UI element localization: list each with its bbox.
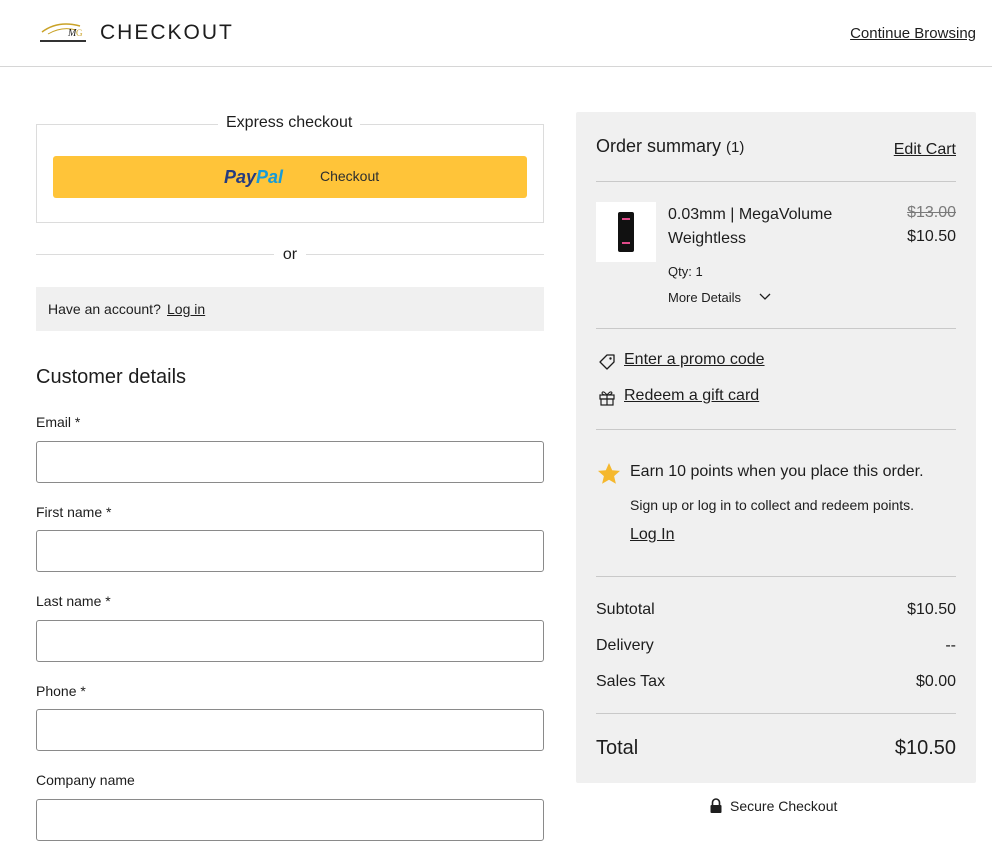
item-count: (1) (726, 139, 745, 156)
email-field[interactable] (36, 441, 544, 483)
page-title: CHECKOUT (100, 21, 234, 44)
phone-field[interactable] (36, 709, 544, 751)
sales-tax-label: Sales Tax (596, 673, 666, 690)
chevron-down-icon[interactable] (758, 292, 772, 302)
more-details-toggle[interactable]: More Details (668, 290, 741, 305)
summary-divider (596, 576, 956, 577)
subtotal-label: Subtotal (596, 601, 655, 618)
sales-tax-value: $0.00 (915, 673, 956, 690)
paypal-checkout-button[interactable]: PayPal Checkout (53, 156, 527, 198)
login-link[interactable]: Log in (167, 301, 205, 317)
promo-code-link[interactable]: Enter a promo code (596, 350, 956, 372)
summary-divider (596, 713, 956, 714)
phone-label: Phone * (36, 683, 86, 699)
company-name-field[interactable] (36, 799, 544, 841)
svg-text:G: G (76, 28, 83, 38)
summary-divider (596, 429, 956, 430)
loyalty-earn-text: Earn 10 points when you place this order… (630, 463, 924, 480)
account-prompt-box: Have an account? Log in (36, 287, 544, 331)
total-value: $10.50 (894, 737, 956, 759)
order-summary-title: Order summary (1) (596, 136, 745, 156)
total-label: Total (596, 737, 639, 759)
header: M G CHECKOUT Continue Browsing (0, 0, 992, 67)
tag-icon (599, 354, 615, 370)
star-icon (598, 463, 620, 484)
paypal-button-label: Checkout (320, 168, 380, 184)
edit-cart-link[interactable]: Edit Cart (894, 141, 956, 159)
summary-divider (596, 181, 956, 182)
loyalty-signup-text: Sign up or log in to collect and redeem … (630, 497, 915, 513)
order-summary-panel: Order summary (1) Edit Cart 0.03mm | Meg… (576, 112, 976, 783)
promo-code-label: Enter a promo code (624, 351, 765, 368)
summary-divider (596, 328, 956, 329)
lock-icon (710, 798, 722, 813)
product-image (596, 202, 656, 262)
company-name-label: Company name (36, 772, 135, 788)
divider-line (306, 254, 544, 255)
email-label: Email * (36, 414, 81, 430)
sale-price: $10.50 (907, 228, 956, 245)
customer-details-title: Customer details (36, 366, 187, 388)
gift-card-link[interactable]: Redeem a gift card (596, 386, 956, 408)
brand-logo[interactable]: M G (38, 18, 88, 48)
subtotal-value: $10.50 (907, 601, 956, 618)
last-name-field[interactable] (36, 620, 544, 662)
delivery-value: -- (945, 637, 956, 654)
gift-card-label: Redeem a gift card (624, 387, 760, 404)
product-box (618, 212, 634, 252)
secure-checkout-label: Secure Checkout (730, 798, 838, 814)
or-divider: or (36, 244, 544, 266)
continue-browsing-link[interactable]: Continue Browsing (850, 25, 976, 42)
delivery-label: Delivery (596, 637, 654, 654)
gift-icon (599, 391, 615, 406)
original-price: $13.00 (907, 204, 956, 221)
loyalty-login-link[interactable]: Log In (630, 526, 674, 544)
first-name-field[interactable] (36, 530, 544, 572)
first-name-label: First name * (36, 504, 112, 520)
account-prompt: Have an account? (48, 301, 161, 317)
express-checkout-title: Express checkout (218, 114, 361, 132)
product-quantity: Qty: 1 (668, 264, 703, 279)
product-name: 0.03mm | MegaVolume Weightless (668, 206, 833, 247)
or-text: or (282, 246, 298, 263)
paypal-logo: PayPal (224, 167, 284, 187)
last-name-label: Last name * (36, 593, 111, 609)
